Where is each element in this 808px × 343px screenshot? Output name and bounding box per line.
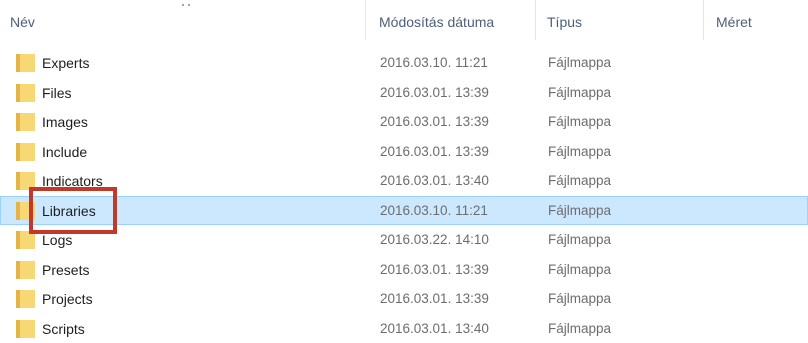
file-modified: 2016.03.10. 11:21 bbox=[380, 49, 488, 77]
file-row-projects[interactable]: Projects 2016.03.01. 13:39 Fájlmappa bbox=[0, 284, 808, 314]
folder-icon bbox=[16, 231, 35, 249]
column-header-size[interactable]: Méret bbox=[716, 12, 752, 32]
file-type: Fájlmappa bbox=[548, 197, 611, 225]
folder-icon bbox=[16, 113, 35, 131]
file-type: Fájlmappa bbox=[548, 167, 611, 195]
file-row-images[interactable]: Images 2016.03.01. 13:39 Fájlmappa bbox=[0, 107, 808, 137]
file-type: Fájlmappa bbox=[548, 79, 611, 107]
file-type: Fájlmappa bbox=[548, 285, 611, 313]
file-row-scripts[interactable]: Scripts 2016.03.01. 13:40 Fájlmappa bbox=[0, 314, 808, 343]
file-name: Logs bbox=[42, 226, 72, 254]
file-type: Fájlmappa bbox=[548, 108, 611, 136]
folder-icon bbox=[16, 84, 35, 102]
file-row-files[interactable]: Files 2016.03.01. 13:39 Fájlmappa bbox=[0, 78, 808, 108]
file-row-logs[interactable]: Logs 2016.03.22. 14:10 Fájlmappa bbox=[0, 225, 808, 255]
file-modified: 2016.03.10. 11:21 bbox=[380, 197, 488, 225]
sort-indicator-icon bbox=[180, 2, 192, 8]
file-name: Include bbox=[42, 138, 87, 166]
column-header-modified[interactable]: Módosítás dátuma bbox=[379, 12, 494, 32]
column-header-name[interactable]: Név bbox=[10, 12, 35, 32]
file-row-include[interactable]: Include 2016.03.01. 13:39 Fájlmappa bbox=[0, 137, 808, 167]
file-type: Fájlmappa bbox=[548, 226, 611, 254]
file-name: Projects bbox=[42, 285, 93, 313]
file-type: Fájlmappa bbox=[548, 138, 611, 166]
file-modified: 2016.03.01. 13:39 bbox=[380, 285, 489, 313]
column-header-type[interactable]: Típus bbox=[547, 12, 582, 32]
file-name: Experts bbox=[42, 49, 89, 77]
folder-icon bbox=[16, 54, 35, 72]
folder-icon bbox=[16, 290, 35, 308]
column-divider[interactable] bbox=[703, 0, 704, 40]
file-modified: 2016.03.22. 14:10 bbox=[380, 226, 489, 254]
file-modified: 2016.03.01. 13:39 bbox=[380, 256, 489, 284]
file-type: Fájlmappa bbox=[548, 256, 611, 284]
file-modified: 2016.03.01. 13:39 bbox=[380, 138, 489, 166]
file-name: Files bbox=[42, 79, 72, 107]
column-divider[interactable] bbox=[535, 0, 536, 40]
file-modified: 2016.03.01. 13:39 bbox=[380, 108, 489, 136]
file-type: Fájlmappa bbox=[548, 49, 611, 77]
file-modified: 2016.03.01. 13:39 bbox=[380, 79, 489, 107]
folder-icon bbox=[16, 261, 35, 279]
file-name: Libraries bbox=[42, 197, 96, 225]
file-name: Images bbox=[42, 108, 88, 136]
file-row-indicators[interactable]: Indicators 2016.03.01. 13:40 Fájlmappa bbox=[0, 166, 808, 196]
folder-icon bbox=[16, 202, 35, 220]
column-divider[interactable] bbox=[365, 0, 366, 40]
file-list: Experts 2016.03.10. 11:21 Fájlmappa File… bbox=[0, 48, 808, 343]
folder-icon bbox=[16, 172, 35, 190]
file-name: Indicators bbox=[42, 167, 103, 195]
column-header-bar: Név Módosítás dátuma Típus Méret bbox=[0, 0, 808, 40]
file-type: Fájlmappa bbox=[548, 315, 611, 343]
file-name: Presets bbox=[42, 256, 89, 284]
folder-icon bbox=[16, 320, 35, 338]
file-row-libraries[interactable]: Libraries 2016.03.10. 11:21 Fájlmappa bbox=[0, 196, 808, 226]
file-row-presets[interactable]: Presets 2016.03.01. 13:39 Fájlmappa bbox=[0, 255, 808, 285]
folder-icon bbox=[16, 143, 35, 161]
file-modified: 2016.03.01. 13:40 bbox=[380, 315, 489, 343]
file-name: Scripts bbox=[42, 315, 85, 343]
file-row-experts[interactable]: Experts 2016.03.10. 11:21 Fájlmappa bbox=[0, 48, 808, 78]
file-modified: 2016.03.01. 13:40 bbox=[380, 167, 489, 195]
